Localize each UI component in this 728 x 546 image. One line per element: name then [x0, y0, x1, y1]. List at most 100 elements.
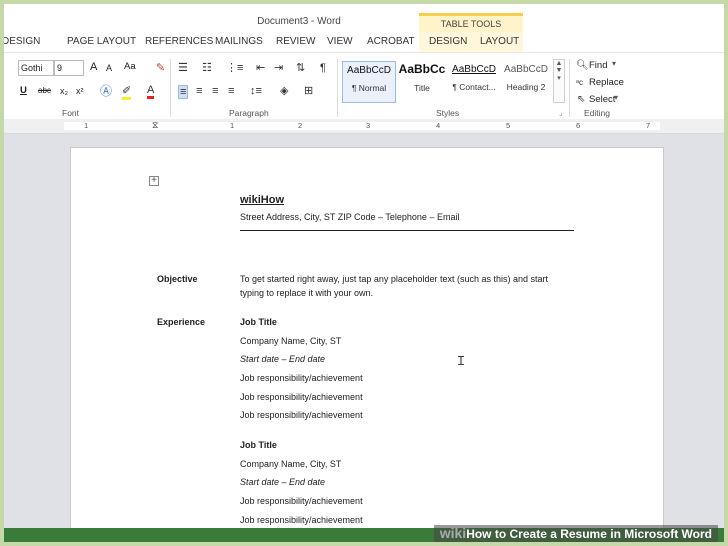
replace-icon[interactable]: ᵃc	[576, 77, 583, 89]
watermark-text: How to Create a Resume in Microsoft Word	[466, 527, 712, 541]
chevron-down-icon[interactable]: ▾	[612, 59, 616, 68]
find-button[interactable]: Find	[589, 60, 607, 71]
line-spacing-icon[interactable]: ↕≡	[250, 85, 262, 97]
style-preview: AaBbCcD	[452, 64, 496, 75]
tab-page-layout[interactable]: PAGE LAYOUT	[67, 36, 136, 47]
find-icon[interactable]: 🔍︎	[576, 60, 589, 72]
justify-icon[interactable]: ≡	[228, 85, 234, 97]
tab-review[interactable]: REVIEW	[276, 36, 315, 47]
company-name[interactable]: Company Name, City, ST	[240, 459, 341, 469]
shrink-font-button[interactable]: A	[106, 63, 112, 73]
style-normal[interactable]: AaBbCcD ¶ Normal	[342, 61, 396, 103]
first-line-indent-marker[interactable]: ⧖	[152, 119, 158, 131]
style-name: ¶ Contact...	[452, 82, 496, 92]
style-name: Title	[414, 83, 430, 93]
ruler-number: 3	[366, 121, 371, 130]
tab-table-design[interactable]: DESIGN	[429, 36, 467, 47]
ribbon-tabs: DESIGN PAGE LAYOUT REFERENCES MAILINGS R…	[4, 32, 724, 52]
change-case-button[interactable]: Aa	[124, 61, 136, 72]
bullets-icon[interactable]: ☰	[178, 62, 188, 74]
strikethrough-button[interactable]: abc	[38, 86, 51, 95]
align-center-icon[interactable]: ≡	[196, 85, 202, 97]
objective-text-line[interactable]: typing to replace it with your own.	[240, 288, 373, 298]
tab-acrobat[interactable]: ACROBAT	[367, 36, 415, 47]
title-bar: Document3 - Word TABLE TOOLS	[4, 4, 724, 32]
style-preview: AaBbCcD	[504, 64, 548, 75]
multilevel-list-icon[interactable]: ⋮≡	[226, 62, 243, 74]
style-name: Heading 2	[506, 82, 546, 92]
resume-name[interactable]: wikiHow	[240, 194, 284, 206]
select-button[interactable]: Select	[589, 94, 615, 105]
word-window: Document3 - Word TABLE TOOLS DESIGN PAGE…	[4, 4, 724, 542]
increase-indent-icon[interactable]: ⇥	[274, 62, 283, 74]
ruler-number: 1	[84, 121, 89, 130]
ruler-number: 1	[230, 121, 235, 130]
font-name-box[interactable]: Gothi	[18, 60, 54, 76]
ruler-number: 7	[646, 121, 651, 130]
text-cursor-icon: Ｉ	[455, 354, 468, 368]
style-title[interactable]: AaBbCc Title	[396, 61, 448, 101]
job-responsibility[interactable]: Job responsibility/achievement	[240, 373, 363, 383]
style-preview: AaBbCcD	[347, 65, 391, 76]
job-title[interactable]: Job Title	[240, 440, 277, 450]
subscript-button[interactable]: x₂	[60, 86, 68, 96]
ruler-number: 6	[576, 121, 581, 130]
styles-gallery-scroll[interactable]: ▲ ▼ ▾	[553, 59, 565, 103]
clear-formatting-icon[interactable]: ✎	[156, 62, 165, 74]
tab-table-layout[interactable]: LAYOUT	[480, 36, 519, 47]
style-heading-2[interactable]: AaBbCcD Heading 2	[500, 61, 552, 101]
job-responsibility[interactable]: Job responsibility/achievement	[240, 392, 363, 402]
objective-text-line[interactable]: To get started right away, just tap any …	[240, 274, 548, 284]
job-dates[interactable]: Start date – End date	[240, 477, 325, 487]
watermark-brand: wiki	[439, 525, 467, 541]
highlight-icon[interactable]: ✐	[122, 85, 132, 100]
job-responsibility[interactable]: Job responsibility/achievement	[240, 515, 363, 525]
decrease-indent-icon[interactable]: ⇤	[256, 62, 265, 74]
document-page[interactable]: + wikiHow Street Address, City, ST ZIP C…	[70, 147, 664, 542]
job-dates[interactable]: Start date – End date	[240, 354, 325, 364]
editing-group-label: Editing	[584, 108, 610, 118]
grow-font-button[interactable]: A	[90, 61, 97, 73]
job-responsibility[interactable]: Job responsibility/achievement	[240, 496, 363, 506]
borders-icon[interactable]: ⊞	[304, 85, 313, 97]
numbering-icon[interactable]: ☷	[202, 62, 212, 74]
align-right-icon[interactable]: ≡	[212, 85, 218, 97]
contact-line[interactable]: Street Address, City, ST ZIP Code – Tele…	[240, 212, 459, 222]
group-divider	[569, 59, 570, 117]
tab-design[interactable]: DESIGN	[4, 36, 40, 47]
header-rule	[240, 230, 574, 231]
job-responsibility[interactable]: Job responsibility/achievement	[240, 410, 363, 420]
superscript-button[interactable]: x²	[76, 86, 84, 96]
replace-button[interactable]: Replace	[589, 77, 624, 88]
window-title: Document3 - Word	[257, 16, 341, 27]
table-move-handle-icon[interactable]: +	[149, 176, 159, 186]
font-color-icon[interactable]: A	[147, 84, 155, 99]
shading-icon[interactable]: ◈	[280, 85, 288, 97]
ruler-number: 4	[436, 121, 441, 130]
horizontal-ruler[interactable]: 1 ⧖ 1 2 3 4 5 6 7	[4, 119, 724, 134]
style-contact[interactable]: AaBbCcD ¶ Contact...	[448, 61, 500, 101]
wikihow-watermark: wikiHow to Create a Resume in Microsoft …	[433, 525, 718, 542]
document-workspace[interactable]: + wikiHow Street Address, City, ST ZIP C…	[4, 134, 724, 542]
sort-icon[interactable]: ⇅	[296, 62, 305, 74]
style-name: ¶ Normal	[351, 83, 387, 93]
tab-references[interactable]: REFERENCES	[145, 36, 213, 47]
tab-view[interactable]: VIEW	[327, 36, 353, 47]
style-preview: AaBbCc	[398, 62, 446, 76]
chevron-down-icon[interactable]: ▾	[614, 93, 618, 102]
job-title[interactable]: Job Title	[240, 317, 277, 327]
show-formatting-icon[interactable]: ¶	[320, 62, 326, 74]
ruler-number: 2	[298, 121, 303, 130]
company-name[interactable]: Company Name, City, ST	[240, 336, 341, 346]
align-left-icon[interactable]: ≡	[178, 85, 189, 99]
tab-mailings[interactable]: MAILINGS	[215, 36, 263, 47]
table-tools-group: TABLE TOOLS	[419, 13, 523, 32]
underline-button[interactable]: U	[20, 85, 27, 96]
styles-group-label: Styles	[436, 108, 460, 118]
group-divider	[170, 59, 171, 117]
paragraph-group-label: Paragraph	[229, 108, 269, 118]
text-effects-icon[interactable]: Ⓐ	[100, 85, 112, 97]
select-icon[interactable]: ⇖	[577, 94, 585, 106]
font-size-box[interactable]: 9	[54, 60, 84, 76]
group-divider	[337, 59, 338, 117]
